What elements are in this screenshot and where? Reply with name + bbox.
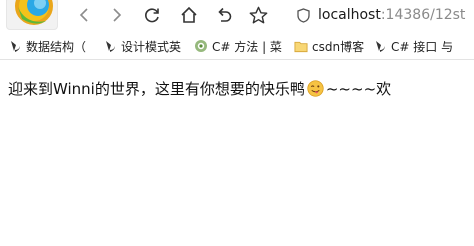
bookmark-label: csdn博客 [312,39,365,54]
page-body-text: 迎来到Winni的世界，这里有你想要的快乐鸭 ~~~~欢 [8,78,391,99]
undo-close-tab-button[interactable] [209,1,239,29]
folder-icon [294,39,308,53]
shield-icon [297,7,310,23]
bookmark-item[interactable]: C# 方法 | 菜 [194,36,282,56]
bookmark-label: C# 接口 与 [391,39,454,54]
url-path: :14386/12st [380,7,466,23]
bookmark-item[interactable]: csdn博客 [294,36,364,56]
bookmarks-bar: 数据结构（ 设计模式英 C# 方法 | 菜 csdn博客 C# 接口 与 [0,33,474,60]
favorite-button[interactable] [243,1,273,29]
bookmark-item[interactable]: C# 接口 与 [373,36,453,56]
refresh-button[interactable] [137,1,167,29]
csdn-bookmark-icon [373,39,387,53]
browser-logo-icon [6,0,58,30]
bookmark-item[interactable]: 数据结构（ [8,36,86,56]
star-icon [249,6,267,23]
url-host: localhost [318,7,381,23]
runoob-bookmark-icon [194,39,208,53]
bookmark-label: 设计模式英 [121,39,182,54]
winking-face-tongue-emoji-icon [307,80,324,97]
chevron-left-icon [79,8,88,22]
bookmark-item[interactable]: 设计模式英 [103,36,181,56]
bookmark-label: 数据结构（ [26,39,87,54]
bookmark-label: C# 方法 | 菜 [212,39,282,54]
welcome-text: 迎来到Winni的世界，这里有你想要的快乐鸭 [8,80,305,98]
undo-icon [218,7,232,22]
address-bar[interactable]: localhost:14386/12st [289,1,474,29]
refresh-icon [145,8,159,23]
home-button[interactable] [174,1,204,29]
back-button[interactable] [69,1,99,29]
forward-button[interactable] [102,1,132,29]
chevron-right-icon [113,8,122,22]
home-icon [181,6,197,23]
csdn-bookmark-icon [103,39,117,53]
browser-toolbar: localhost:14386/12st [0,0,474,33]
csdn-bookmark-icon [8,39,22,53]
welcome-text-tail: ~~~~欢 [325,80,392,98]
